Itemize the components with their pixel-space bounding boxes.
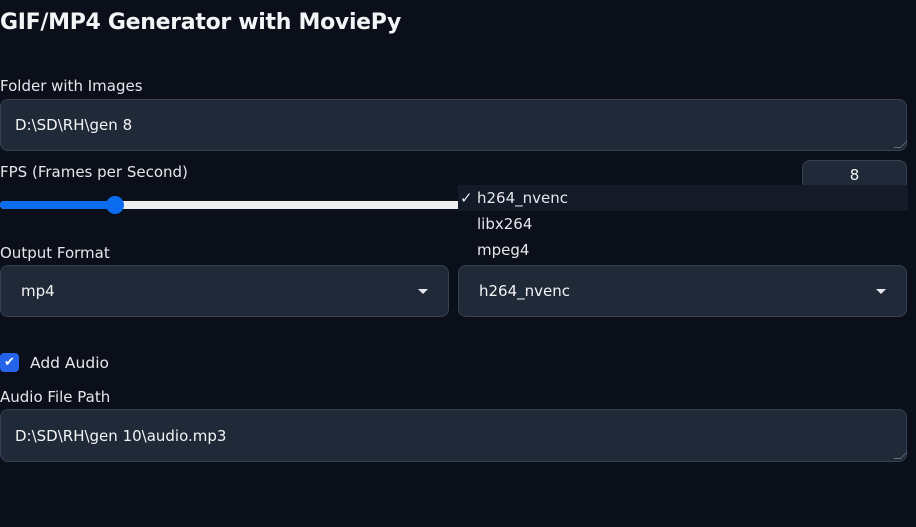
fps-slider-fill (0, 201, 115, 209)
checkmark-icon: ✔ (4, 355, 15, 370)
chevron-down-icon (876, 288, 886, 294)
output-format-value: mp4 (21, 282, 55, 300)
codec-options-list: ✓ h264_nvenc libx264 mpeg4 (458, 185, 908, 263)
fps-value: 8 (849, 166, 860, 184)
codec-option[interactable]: mpeg4 (458, 237, 908, 263)
codec-option[interactable]: libx264 (458, 211, 908, 237)
resize-handle-icon[interactable] (893, 141, 908, 148)
fps-slider-thumb[interactable] (105, 196, 124, 214)
audio-path-value: D:\SD\RH\gen 10\audio.mp3 (15, 426, 227, 445)
add-audio-label[interactable]: Add Audio (30, 354, 109, 372)
folder-label: Folder with Images (0, 77, 143, 95)
folder-input[interactable]: D:\SD\RH\gen 8 (0, 99, 908, 151)
folder-value: D:\SD\RH\gen 8 (15, 116, 133, 134)
checkmark-icon: ✓ (460, 189, 473, 207)
fps-label: FPS (Frames per Second) (0, 163, 188, 181)
codec-dropdown[interactable]: h264_nvenc (458, 265, 907, 317)
output-format-dropdown[interactable]: mp4 (0, 265, 449, 317)
audio-path-input[interactable]: D:\SD\RH\gen 10\audio.mp3 (0, 409, 908, 462)
codec-option[interactable]: ✓ h264_nvenc (458, 185, 908, 211)
add-audio-checkbox[interactable]: ✔ (0, 353, 19, 372)
audio-path-label: Audio File Path (0, 388, 111, 406)
codec-value: h264_nvenc (479, 282, 571, 300)
resize-handle-icon[interactable] (893, 452, 908, 459)
chevron-down-icon (418, 288, 428, 294)
output-format-label: Output Format (0, 244, 110, 262)
page-title: GIF/MP4 Generator with MoviePy (0, 10, 402, 35)
